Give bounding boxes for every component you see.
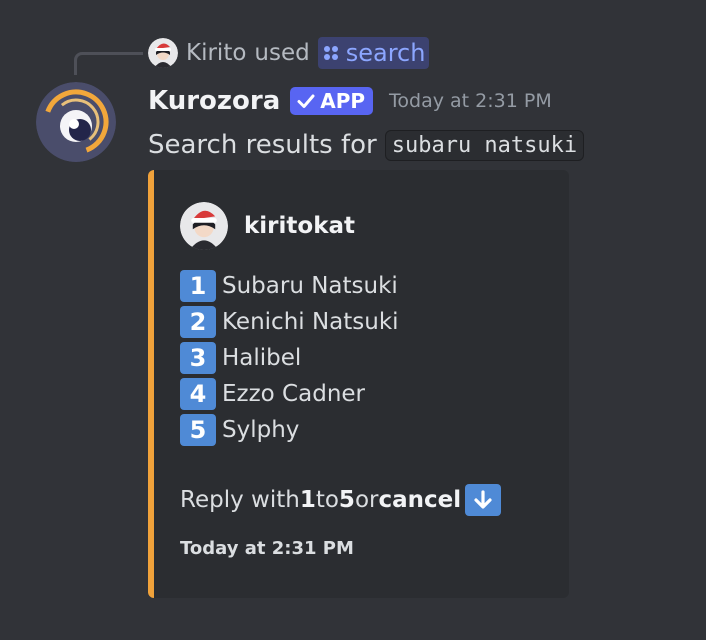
list-item: 2 Kenichi Natsuki — [180, 304, 399, 340]
embed-footer-timestamp: Today at 2:31 PM — [180, 538, 354, 559]
keycap-3-icon: 3 — [180, 342, 216, 374]
reply-hint-prefix: Reply with — [180, 487, 300, 513]
reply-hint-to: 5 — [338, 487, 355, 513]
result-name: Sylphy — [222, 417, 300, 443]
inline-code-query: subaru natsuki — [384, 129, 585, 161]
result-name: Halibel — [222, 345, 302, 371]
interaction-header: Kirito used search — [148, 36, 430, 70]
user-avatar-icon[interactable] — [148, 38, 178, 68]
list-item: 1 Subaru Natsuki — [180, 268, 399, 304]
list-item: 4 Ezzo Cadner — [180, 376, 399, 412]
list-item: 3 Halibel — [180, 340, 399, 376]
discord-message-view: Kirito used search Kurozora APP Today at… — [0, 0, 706, 640]
slash-command-mention[interactable]: search — [317, 37, 430, 69]
message-content: Search results for subaru natsuki — [148, 124, 585, 166]
app-badge: APP — [290, 87, 374, 115]
search-results-list: 1 Subaru Natsuki 2 Kenichi Natsuki 3 Hal… — [180, 268, 399, 448]
bot-username[interactable]: Kurozora — [148, 86, 280, 116]
reply-hint-to-word: to — [315, 487, 339, 513]
reply-connector-line — [74, 52, 143, 75]
bot-avatar[interactable] — [36, 82, 116, 162]
arrow-down-icon — [465, 484, 502, 516]
list-item: 5 Sylphy — [180, 412, 399, 448]
verified-check-icon — [297, 94, 315, 108]
interaction-used-label: used — [254, 40, 310, 66]
result-name: Ezzo Cadner — [222, 381, 365, 407]
interaction-username[interactable]: Kirito — [186, 40, 246, 66]
embed-author-name: kiritokat — [244, 213, 356, 239]
slash-command-name: search — [345, 39, 426, 67]
message-timestamp[interactable]: Today at 2:31 PM — [389, 90, 552, 112]
reply-hint-cancel: cancel — [378, 487, 462, 513]
embed-author: kiritokat — [180, 202, 355, 250]
author-avatar-icon — [180, 202, 228, 250]
keycap-5-icon: 5 — [180, 414, 216, 446]
slash-command-icon — [323, 46, 338, 60]
keycap-1-icon: 1 — [180, 270, 216, 302]
keycap-4-icon: 4 — [180, 378, 216, 410]
result-name: Kenichi Natsuki — [222, 309, 399, 335]
search-results-embed: kiritokat 1 Subaru Natsuki 2 Kenichi Nat… — [148, 170, 569, 598]
reply-hint-from: 1 — [299, 487, 316, 513]
message-text: Search results for — [148, 130, 377, 160]
app-badge-label: APP — [320, 89, 366, 113]
reply-hint-or-word: or — [354, 487, 379, 513]
keycap-2-icon: 2 — [180, 306, 216, 338]
message-header: Kurozora APP Today at 2:31 PM — [148, 82, 552, 120]
reply-instructions: Reply with 1 to 5 or cancel — [180, 484, 502, 516]
result-name: Subaru Natsuki — [222, 273, 398, 299]
